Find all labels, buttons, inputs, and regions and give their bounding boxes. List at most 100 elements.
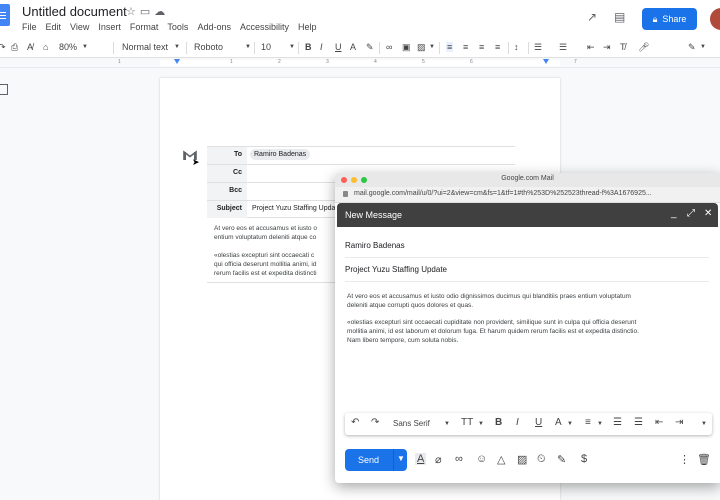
align-right-icon[interactable]: ≡ — [479, 42, 484, 52]
voice-typing-icon[interactable]: 🎤︎ — [638, 42, 649, 53]
font-size-select[interactable]: 10 — [261, 42, 271, 52]
numbered-list-icon[interactable]: ☰ — [613, 417, 622, 428]
signature-icon[interactable]: ✎ — [557, 453, 566, 466]
paint-format-icon[interactable]: ⌂ — [43, 42, 48, 52]
more-options-icon[interactable]: ⋮ — [679, 453, 690, 466]
chevron-down-icon[interactable]: ▼ — [597, 421, 603, 427]
send-button[interactable]: Send ▼ — [345, 449, 407, 471]
menu-edit[interactable]: Edit — [46, 22, 62, 32]
chevron-down-icon[interactable]: ▼ — [82, 44, 88, 50]
italic-icon[interactable]: I — [320, 42, 323, 52]
address-bar[interactable]: mail.google.com/mail/u/0/?ui=2&view=cm&f… — [335, 187, 720, 203]
message-body-line[interactable]: At vero eos et accusamus et iusto odio d… — [347, 292, 709, 301]
message-body-line[interactable]: «olestias excepturi sint occaecati cupid… — [347, 318, 709, 327]
draft-body-line[interactable]: entium voluptatum deleniti atque co — [214, 233, 336, 242]
menu-addons[interactable]: Add-ons — [197, 22, 231, 32]
chevron-down-icon[interactable]: ▼ — [245, 44, 251, 50]
indent-less-icon[interactable]: ⇤ — [655, 417, 663, 428]
decrease-indent-icon[interactable]: ⇤ — [587, 42, 595, 53]
redo-icon[interactable]: ↷ — [371, 417, 379, 428]
editing-mode-icon[interactable]: ✎ — [688, 42, 696, 53]
document-outline-icon[interactable] — [0, 84, 8, 95]
recipient-chip[interactable]: Ramiro Badenas — [250, 149, 311, 160]
font-select[interactable]: Roboto — [194, 42, 223, 52]
menu-insert[interactable]: Insert — [98, 22, 121, 32]
menu-accessibility[interactable]: Accessibility — [240, 22, 289, 32]
redo-icon[interactable]: ↷ — [0, 42, 6, 53]
font-family-select[interactable]: Sans Serif — [393, 419, 430, 428]
draft-body-line[interactable]: rerum facilis est et expedita distincti — [214, 269, 336, 278]
draft-body-line[interactable]: «olestias excepturi sint occaecati c — [214, 251, 336, 260]
avatar[interactable] — [710, 8, 720, 30]
bold-icon[interactable]: B — [305, 42, 312, 52]
move-folder-icon[interactable]: ▭ — [140, 6, 154, 18]
checklist-icon[interactable]: ☰ — [534, 42, 542, 53]
style-select[interactable]: Normal text — [122, 42, 168, 52]
spellcheck-icon[interactable]: A̸ — [27, 42, 33, 52]
subject-field[interactable]: Project Yuzu Staffing Update — [345, 265, 709, 274]
chevron-down-icon[interactable]: ▼ — [567, 421, 573, 427]
activity-trend-icon[interactable]: ↗ — [587, 10, 597, 24]
menu-help[interactable]: Help — [298, 22, 317, 32]
bulleted-list-icon[interactable]: ☰ — [634, 417, 643, 428]
url-text[interactable]: mail.google.com/mail/u/0/?ui=2&view=cm&f… — [354, 190, 652, 197]
highlight-icon[interactable]: ✎ — [366, 42, 374, 53]
to-field[interactable]: Ramiro Badenas — [345, 241, 709, 250]
message-body-line[interactable]: deleniti atque corrupti quos dolores et … — [347, 301, 709, 310]
comments-icon[interactable]: ▤ — [614, 10, 625, 24]
clear-formatting-icon[interactable]: T̸ — [620, 42, 626, 52]
menu-file[interactable]: File — [22, 22, 37, 32]
draft-body-line[interactable]: At vero eos et accusamus et iusto o — [214, 224, 336, 233]
subject-value[interactable]: Project Yuzu Staffing Upda — [252, 205, 335, 212]
align-icon[interactable]: ≡ — [585, 417, 591, 428]
insert-link-icon[interactable]: ∞ — [455, 453, 463, 465]
menu-tools[interactable]: Tools — [167, 22, 188, 32]
discard-draft-icon[interactable]: 🗑︎ — [697, 453, 711, 466]
chevron-down-icon[interactable]: ▼ — [289, 44, 295, 50]
align-left-icon[interactable]: ≡ — [446, 42, 454, 52]
expand-icon[interactable]: ⤢ — [687, 208, 695, 219]
emoji-icon[interactable]: ☺ — [476, 453, 487, 465]
close-icon[interactable]: ✕ — [704, 208, 712, 219]
formatting-options-icon[interactable]: A — [415, 453, 427, 465]
message-body-line[interactable]: Nam libero tempore, cum soluta nobis. — [347, 336, 709, 345]
chevron-down-icon[interactable]: ▼ — [478, 421, 484, 427]
chevron-down-icon[interactable]: ▼ — [429, 44, 435, 50]
attach-icon[interactable]: ⌀ — [435, 453, 442, 466]
draft-body-line[interactable]: qui officia deserunt mollitia animi, id — [214, 260, 336, 269]
payment-icon[interactable]: $ — [581, 453, 587, 465]
align-center-icon[interactable]: ≡ — [463, 42, 468, 52]
italic-icon[interactable]: I — [516, 417, 519, 428]
line-spacing-icon[interactable]: ↕ — [514, 42, 519, 52]
chevron-down-icon[interactable]: ▼ — [700, 44, 706, 50]
share-button[interactable]: 🔒︎ Share — [642, 8, 697, 30]
text-color-icon[interactable]: A — [555, 417, 562, 428]
menu-format[interactable]: Format — [130, 22, 159, 32]
bulleted-list-icon[interactable]: ☰ — [559, 42, 567, 53]
align-justify-icon[interactable]: ≡ — [495, 42, 500, 52]
chevron-down-icon[interactable]: ▼ — [444, 421, 450, 427]
bold-icon[interactable]: B — [495, 417, 502, 428]
indent-more-icon[interactable]: ⇥ — [675, 417, 683, 428]
star-icon[interactable]: ☆ — [126, 6, 140, 18]
confidential-mode-icon[interactable]: ⏲ — [537, 453, 546, 466]
docs-logo-icon[interactable] — [0, 4, 10, 26]
underline-icon[interactable]: U — [535, 417, 542, 428]
underline-icon[interactable]: U — [335, 42, 342, 52]
chevron-down-icon[interactable]: ▼ — [174, 44, 180, 50]
text-color-icon[interactable]: A — [350, 42, 356, 52]
schedule-send-icon[interactable]: ▼ — [397, 454, 405, 463]
minimize-icon[interactable]: _ — [671, 208, 677, 219]
insert-photo-icon[interactable]: ▨ — [517, 453, 527, 466]
link-icon[interactable]: ∞ — [386, 42, 392, 52]
font-size-icon[interactable]: TT — [461, 417, 473, 428]
image-icon[interactable]: ▨ — [417, 42, 426, 53]
cloud-status-icon[interactable]: ☁ — [154, 6, 169, 18]
undo-icon[interactable]: ↶ — [351, 417, 359, 428]
message-body-line[interactable]: mollitia animi, id est laborum et doloru… — [347, 327, 709, 336]
comment-icon[interactable]: ▣ — [402, 42, 411, 53]
print-icon[interactable]: ⎙ — [11, 42, 18, 53]
document-title[interactable]: Untitled document — [22, 4, 127, 19]
menu-view[interactable]: View — [70, 22, 89, 32]
more-formatting-icon[interactable]: ▼ — [701, 421, 707, 427]
